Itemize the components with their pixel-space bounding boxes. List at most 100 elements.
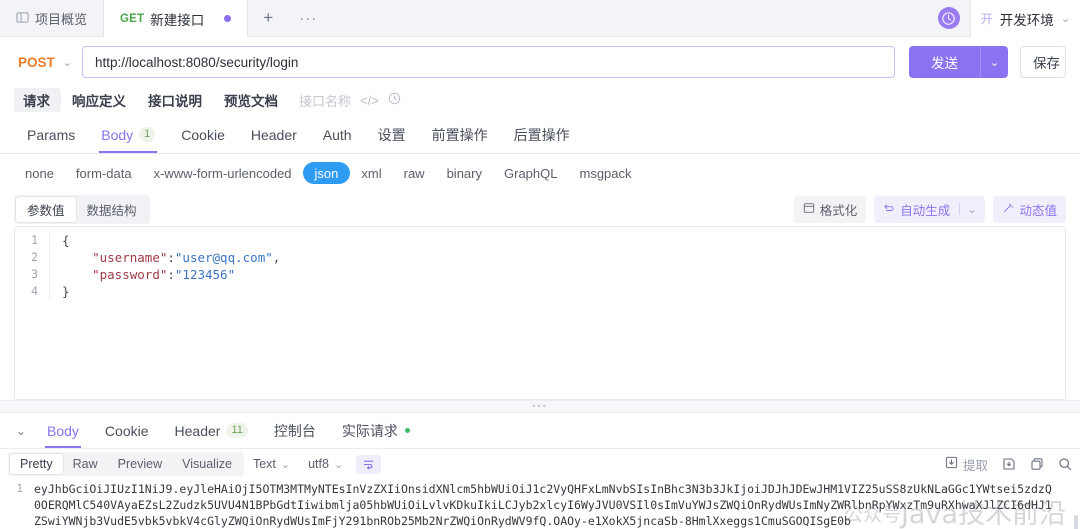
body-type-binary[interactable]: binary <box>436 162 493 184</box>
tab-auth[interactable]: Auth <box>310 116 365 153</box>
editor-line: 4} <box>15 283 1065 300</box>
top-tab-bar: 项目概览 GET 新建接口 + ··· 开 开发环境 ⌄ <box>0 0 1080 37</box>
params-toolbar: 参数值 数据结构 格式化 自动生成 ⌄ 动态值 <box>0 192 1080 226</box>
tab-settings-label: 设置 <box>378 125 406 145</box>
environment-selector[interactable]: 开 开发环境 ⌄ <box>970 0 1080 37</box>
body-type-raw[interactable]: raw <box>393 162 436 184</box>
segment-data-structure[interactable]: 数据结构 <box>76 197 148 222</box>
panel-splitter[interactable]: ••• <box>0 400 1080 413</box>
body-type-graphql[interactable]: GraphQL <box>493 162 568 184</box>
tab-method-label: GET <box>120 13 144 25</box>
editor-line-content[interactable]: "username":"user@qq.com", <box>49 249 280 266</box>
dynamic-value-label: 动态值 <box>1019 200 1057 219</box>
tab-auth-label: Auth <box>323 127 352 143</box>
actual-request-indicator-dot <box>405 428 410 433</box>
response-tab-body[interactable]: Body <box>34 413 92 448</box>
response-tab-cookie[interactable]: Cookie <box>92 413 162 448</box>
editor-line-number: 2 <box>15 249 49 266</box>
format-button-label: 格式化 <box>820 200 858 219</box>
editor-line-content[interactable]: } <box>49 283 70 300</box>
editor-line-content[interactable]: "password":"123456" <box>49 266 235 283</box>
extract-button-label: 提取 <box>963 455 988 474</box>
tab-new-api[interactable]: GET 新建接口 <box>104 0 248 37</box>
tab-more-button[interactable]: ··· <box>288 0 328 36</box>
tab-header-label: Header <box>251 127 297 143</box>
chevron-down-icon: ⌄ <box>1061 12 1070 25</box>
user-avatar-icon[interactable] <box>938 7 960 29</box>
save-button[interactable]: 保存 <box>1020 46 1066 78</box>
save-download-icon[interactable] <box>1002 457 1016 471</box>
unsaved-indicator-dot[interactable] <box>224 15 231 22</box>
editor-token-punc: { <box>62 233 70 248</box>
tab-settings[interactable]: 设置 <box>365 116 419 153</box>
dynamic-value-button[interactable]: 动态值 <box>993 196 1066 223</box>
api-name-placeholder[interactable]: 接口名称 <box>299 91 351 110</box>
response-view-visualize[interactable]: Visualize <box>172 454 242 474</box>
params-view-segmented: 参数值 数据结构 <box>14 195 150 224</box>
auto-generate-button[interactable]: 自动生成 ⌄ <box>874 196 985 223</box>
code-brackets-icon[interactable]: </> <box>360 93 379 108</box>
body-type-none[interactable]: none <box>14 162 65 184</box>
http-method-selector[interactable]: POST ⌄ <box>14 46 82 78</box>
history-clock-icon[interactable] <box>388 92 401 108</box>
tab-cookie[interactable]: Cookie <box>168 116 238 153</box>
response-tab-cookie-label: Cookie <box>105 423 149 439</box>
url-input[interactable] <box>82 46 895 78</box>
search-icon[interactable] <box>1058 457 1072 471</box>
collapse-response-button[interactable]: ⌄ <box>8 424 34 438</box>
send-button[interactable]: 发送 <box>909 46 980 78</box>
body-type-xml[interactable]: xml <box>350 162 392 184</box>
tab-post-operation[interactable]: 后置操作 <box>501 116 583 153</box>
copy-icon[interactable] <box>1030 457 1044 471</box>
response-panel: ⌄ Body Cookie Header 11 控制台 实际请求 Pretty <box>0 413 1080 529</box>
response-view-preview[interactable]: Preview <box>108 454 172 474</box>
body-type-form-data[interactable]: form-data <box>65 162 143 184</box>
api-client-window: 项目概览 GET 新建接口 + ··· 开 开发环境 ⌄ POST ⌄ 发送 ⌄… <box>0 0 1080 529</box>
auto-generate-label: 自动生成 <box>900 200 950 219</box>
response-view-raw[interactable]: Raw <box>63 454 108 474</box>
editor-token-punc: , <box>273 250 281 265</box>
wand-icon <box>1002 202 1014 217</box>
response-tab-header[interactable]: Header 11 <box>162 413 261 448</box>
tab-pre-operation[interactable]: 前置操作 <box>419 116 501 153</box>
body-type-json[interactable]: json <box>303 162 351 184</box>
response-tab-header-label: Header <box>175 423 221 439</box>
segment-param-value[interactable]: 参数值 <box>16 197 76 222</box>
send-options-button[interactable]: ⌄ <box>980 46 1008 78</box>
response-charset-value: utf8 <box>308 457 329 471</box>
response-format-value: Text <box>253 457 276 471</box>
response-body-content[interactable]: 1 eyJhbGciOiJIUzI1NiJ9.eyJleHAiOjI5OTM3M… <box>0 479 1080 529</box>
new-tab-button[interactable]: + <box>248 0 288 36</box>
chevron-down-icon[interactable]: ⌄ <box>967 203 976 216</box>
response-scrollbar[interactable] <box>1074 515 1078 529</box>
editor-line: 2 "username":"user@qq.com", <box>15 249 1065 266</box>
chevron-down-icon: ⌄ <box>63 56 72 69</box>
doc-tab-preview-doc[interactable]: 预览文档 <box>213 88 289 112</box>
extract-button[interactable]: 提取 <box>945 455 988 474</box>
format-button[interactable]: 格式化 <box>794 196 867 223</box>
tab-params[interactable]: Params <box>14 116 88 153</box>
doc-tab-request[interactable]: 请求 <box>14 88 61 112</box>
json-body-editor[interactable]: 1{2 "username":"user@qq.com",3 "password… <box>14 226 1066 400</box>
doc-tab-response-definition[interactable]: 响应定义 <box>61 88 137 112</box>
editor-line: 1{ <box>15 232 1065 249</box>
response-view-pretty[interactable]: Pretty <box>10 454 63 474</box>
request-tab-row: Params Body 1 Cookie Header Auth 设置 前置操作… <box>0 116 1080 154</box>
editor-line-content[interactable]: { <box>49 232 70 249</box>
response-tab-console[interactable]: 控制台 <box>261 413 329 448</box>
tab-pre-operation-label: 前置操作 <box>432 125 488 145</box>
environment-badge: 开 <box>981 10 993 27</box>
topbar-spacer <box>328 0 938 36</box>
body-type-msgpack[interactable]: msgpack <box>568 162 642 184</box>
doc-tab-api-description[interactable]: 接口说明 <box>137 88 213 112</box>
body-type-urlencoded[interactable]: x-www-form-urlencoded <box>143 162 303 184</box>
response-charset-select[interactable]: utf8 ⌄ <box>299 454 352 474</box>
response-tab-actual-request[interactable]: 实际请求 <box>329 413 423 448</box>
tab-header[interactable]: Header <box>238 116 310 153</box>
response-format-select[interactable]: Text ⌄ <box>244 454 299 474</box>
tab-new-api-label: 新建接口 <box>150 9 204 29</box>
tab-body[interactable]: Body 1 <box>88 116 168 153</box>
word-wrap-icon[interactable] <box>356 455 381 474</box>
splitter-handle[interactable]: ••• <box>532 402 547 411</box>
tab-project-overview[interactable]: 项目概览 <box>0 0 104 37</box>
